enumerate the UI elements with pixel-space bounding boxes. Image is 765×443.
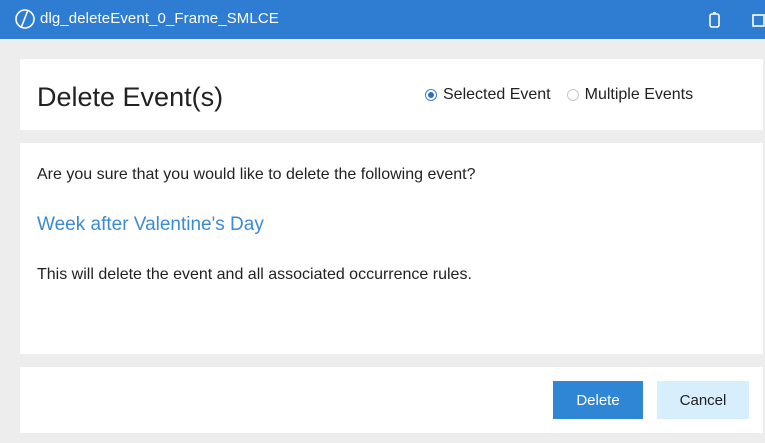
confirmation-question: Are you sure that you would like to dele… <box>37 166 476 183</box>
event-name: Week after Valentine's Day <box>37 214 264 235</box>
window-title: dlg_deleteEvent_0_Frame_SMLCE <box>40 10 279 27</box>
delete-scope-radio-group: Selected Event Multiple Events <box>425 86 693 104</box>
radio-selected-event-label: Selected Event <box>443 86 551 103</box>
radio-multiple-events[interactable]: Multiple Events <box>566 86 694 104</box>
radio-multiple-events-label: Multiple Events <box>584 86 694 103</box>
radio-multiple-indicator[interactable] <box>566 89 579 101</box>
footer-panel <box>20 367 763 433</box>
delete-warning: This will delete the event and all assoc… <box>37 266 472 283</box>
restore-icon[interactable] <box>708 11 722 29</box>
delete-button[interactable]: Delete <box>553 381 643 419</box>
radio-selected-event[interactable]: Selected Event <box>425 86 551 104</box>
app-logo-icon <box>15 9 35 29</box>
radio-selected-indicator[interactable] <box>425 89 437 101</box>
dialog-title: Delete Event(s) <box>37 82 224 112</box>
maximize-icon[interactable] <box>752 14 765 27</box>
window-titlebar[interactable]: dlg_deleteEvent_0_Frame_SMLCE <box>0 0 765 39</box>
cancel-button[interactable]: Cancel <box>657 381 749 419</box>
